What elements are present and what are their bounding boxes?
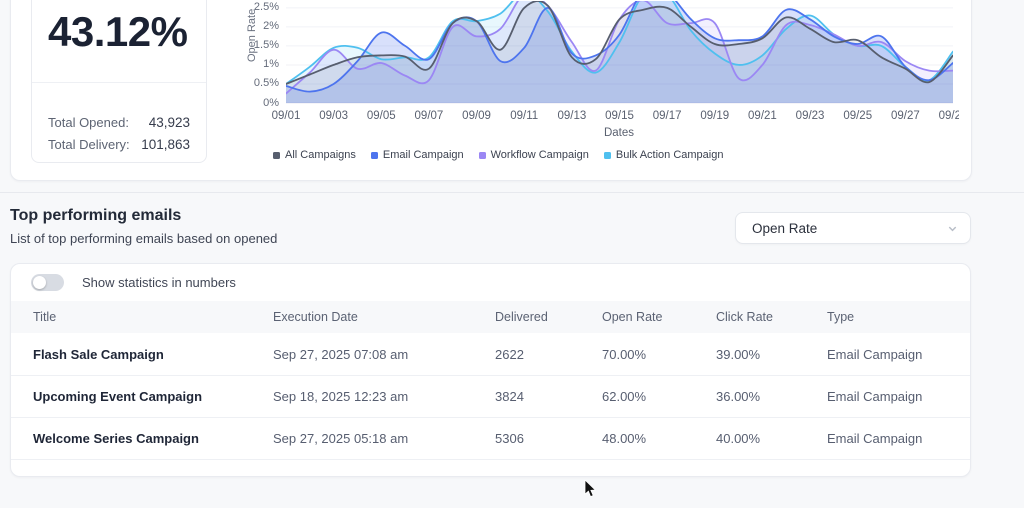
show-statistics-toggle[interactable] bbox=[31, 274, 64, 291]
toggle-knob bbox=[33, 276, 46, 289]
legend-item[interactable]: All Campaigns bbox=[273, 149, 356, 161]
toggle-label: Show statistics in numbers bbox=[82, 275, 236, 290]
legend-swatch bbox=[273, 152, 280, 159]
table-row[interactable]: Welcome Series CampaignSep 27, 2025 05:1… bbox=[11, 417, 970, 459]
x-tick-label: 09/13 bbox=[548, 110, 596, 122]
open-rate-value: 43.12% bbox=[48, 12, 187, 52]
column-header-open-rate: Open Rate bbox=[602, 310, 716, 324]
y-tick-label: 2.5% bbox=[231, 1, 279, 14]
table-cell: 2622 bbox=[495, 347, 602, 362]
legend-label: All Campaigns bbox=[285, 149, 356, 161]
y-tick-label: 0.5% bbox=[231, 77, 279, 90]
open-rate-analytics-card: 43.12% Total Opened: 43,923 Total Delive… bbox=[10, 0, 972, 181]
x-axis-ticks: 09/0109/0309/0509/0709/0909/1109/1309/15… bbox=[11, 110, 959, 124]
y-tick-label: 2% bbox=[231, 20, 279, 33]
column-header-execution-date: Execution Date bbox=[273, 310, 495, 324]
legend-label: Email Campaign bbox=[383, 149, 464, 161]
table-cell: 36.00% bbox=[716, 389, 827, 404]
x-tick-label: 09/07 bbox=[405, 110, 453, 122]
email-title-cell: Flash Sale Campaign bbox=[33, 347, 273, 362]
table-cell: Sep 27, 2025 05:18 am bbox=[273, 431, 495, 446]
table-cell: 39.00% bbox=[716, 347, 827, 362]
x-tick-label: 09/21 bbox=[738, 110, 786, 122]
x-tick-label: 09/25 bbox=[834, 110, 882, 122]
section-subtitle: List of top performing emails based on o… bbox=[10, 231, 277, 246]
statistics-toggle-row: Show statistics in numbers bbox=[11, 264, 970, 301]
open-rate-line-chart[interactable] bbox=[286, 1, 953, 105]
column-header-click-rate: Click Rate bbox=[716, 310, 827, 324]
x-axis-title: Dates bbox=[569, 127, 669, 139]
table-body: Flash Sale CampaignSep 27, 2025 07:08 am… bbox=[11, 333, 970, 459]
top-emails-table-card: Show statistics in numbers TitleExecutio… bbox=[10, 263, 971, 477]
x-tick-label: 09/17 bbox=[643, 110, 691, 122]
open-rate-summary-card: 43.12% Total Opened: 43,923 Total Delive… bbox=[31, 0, 207, 163]
total-delivery-row: Total Delivery: 101,863 bbox=[32, 134, 206, 154]
x-tick-label: 09/11 bbox=[500, 110, 548, 122]
x-tick-label: 09/23 bbox=[786, 110, 834, 122]
x-tick-label: 09/03 bbox=[310, 110, 358, 122]
chart-legend: All Campaigns Email Campaign Workflow Camp… bbox=[273, 149, 723, 161]
table-cell: Email Campaign bbox=[827, 431, 958, 446]
legend-swatch bbox=[604, 152, 611, 159]
table-header-row: TitleExecution DateDeliveredOpen RateCli… bbox=[11, 301, 970, 333]
legend-item[interactable]: Bulk Action Campaign bbox=[604, 149, 724, 161]
x-tick-label: 09/19 bbox=[691, 110, 739, 122]
table-footer bbox=[11, 459, 970, 477]
legend-item[interactable]: Workflow Campaign bbox=[479, 149, 589, 161]
table-row[interactable]: Upcoming Event CampaignSep 18, 2025 12:2… bbox=[11, 375, 970, 417]
section-divider bbox=[0, 192, 1024, 193]
table-cell: Email Campaign bbox=[827, 389, 958, 404]
table-cell: 62.00% bbox=[602, 389, 716, 404]
chevron-down-icon bbox=[947, 223, 958, 234]
legend-label: Bulk Action Campaign bbox=[616, 149, 724, 161]
y-tick-label: 1% bbox=[231, 58, 279, 71]
y-tick-label: 0% bbox=[231, 97, 279, 110]
email-title-cell: Upcoming Event Campaign bbox=[33, 389, 273, 404]
column-header-delivered: Delivered bbox=[495, 310, 602, 324]
x-tick-label: 09/27 bbox=[881, 110, 929, 122]
legend-swatch bbox=[371, 152, 378, 159]
email-title-cell: Welcome Series Campaign bbox=[33, 431, 273, 446]
total-delivery-value: 101,863 bbox=[141, 137, 190, 152]
metric-filter-value: Open Rate bbox=[752, 221, 817, 236]
x-tick-label: 09/09 bbox=[453, 110, 501, 122]
total-delivery-label: Total Delivery: bbox=[48, 137, 130, 152]
mouse-cursor bbox=[584, 480, 596, 498]
table-cell: 5306 bbox=[495, 431, 602, 446]
table-cell: Sep 27, 2025 07:08 am bbox=[273, 347, 495, 362]
table-cell: 40.00% bbox=[716, 431, 827, 446]
table-cell: 70.00% bbox=[602, 347, 716, 362]
section-title: Top performing emails bbox=[10, 207, 181, 225]
y-tick-label: 1.5% bbox=[231, 39, 279, 52]
x-tick-label: 09/01 bbox=[262, 110, 310, 122]
table-row[interactable]: Flash Sale CampaignSep 27, 2025 07:08 am… bbox=[11, 333, 970, 375]
legend-label: Workflow Campaign bbox=[491, 149, 589, 161]
legend-item[interactable]: Email Campaign bbox=[371, 149, 464, 161]
table-cell: Email Campaign bbox=[827, 347, 958, 362]
column-header-type: Type bbox=[827, 310, 958, 324]
column-header-title: Title bbox=[33, 310, 273, 324]
summary-divider bbox=[32, 82, 206, 83]
table-cell: 3824 bbox=[495, 389, 602, 404]
legend-swatch bbox=[479, 152, 486, 159]
metric-filter-dropdown[interactable]: Open Rate bbox=[735, 212, 971, 244]
x-tick-label: 09/05 bbox=[357, 110, 405, 122]
dashboard-page: { "summary_card": { "open_rate_value": "… bbox=[0, 0, 1024, 508]
x-tick-label: 09/29 bbox=[929, 110, 959, 122]
x-tick-label: 09/15 bbox=[596, 110, 644, 122]
table-cell: 48.00% bbox=[602, 431, 716, 446]
table-cell: Sep 18, 2025 12:23 am bbox=[273, 389, 495, 404]
